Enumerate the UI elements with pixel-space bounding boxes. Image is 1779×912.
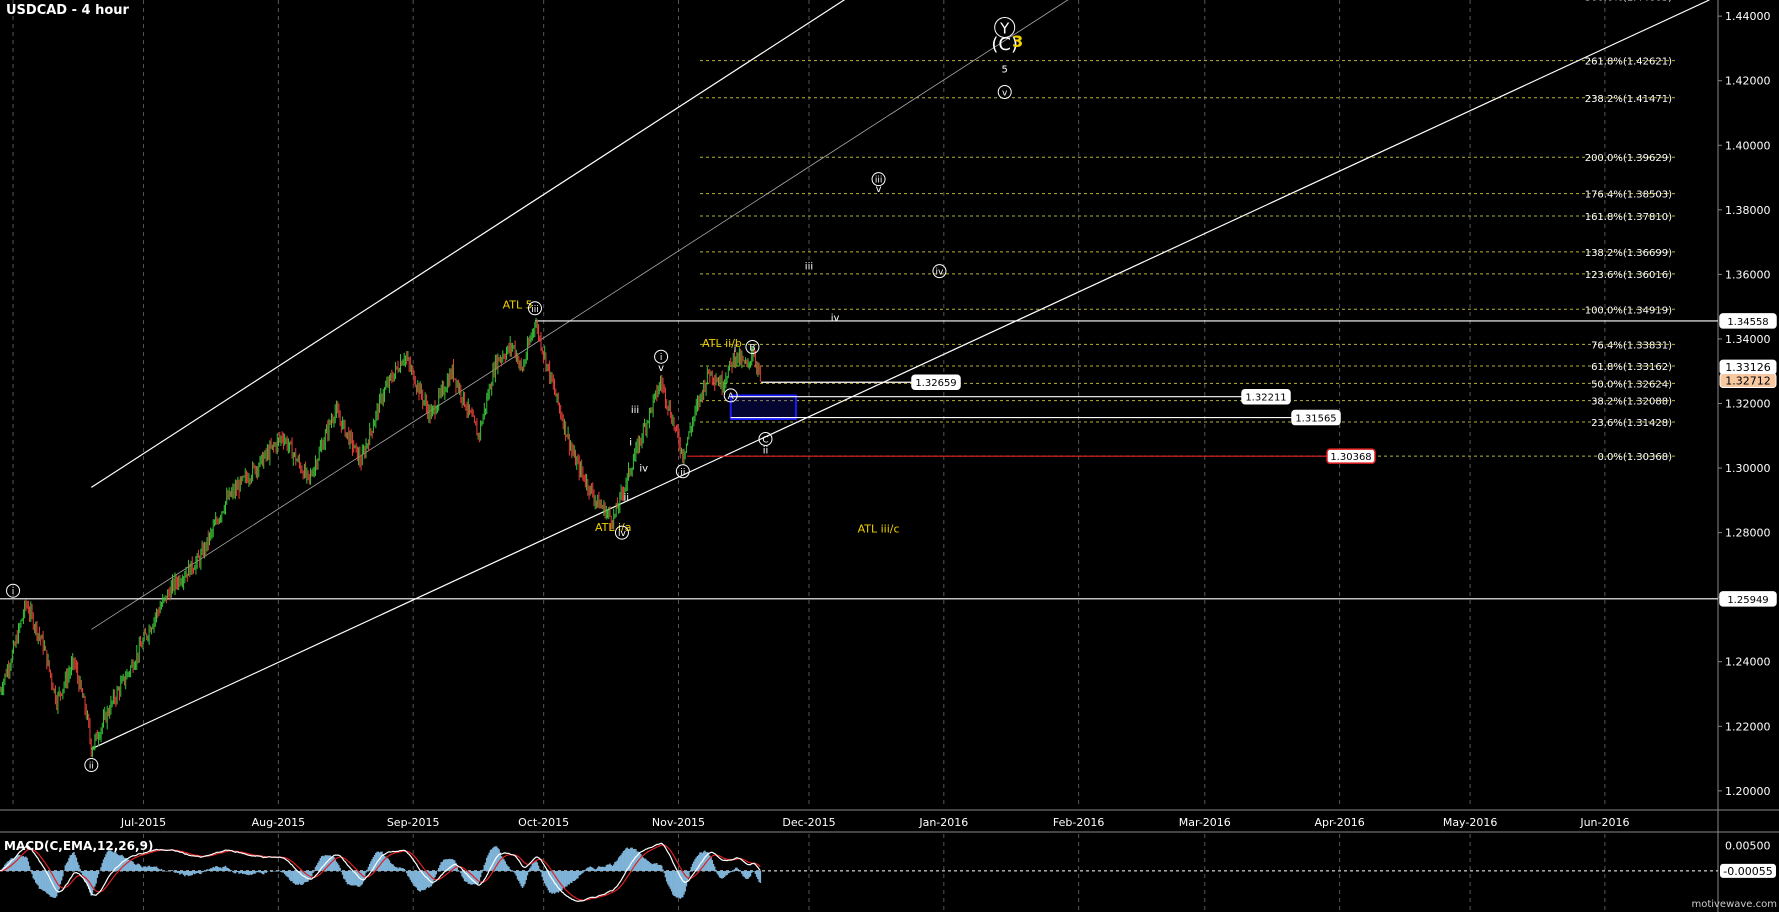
x-tick-label: Apr-2016 <box>1314 816 1364 829</box>
fib-level-label: 123.6%(1.36016) <box>1585 270 1672 281</box>
y-tick-label: 1.34000 <box>1725 333 1771 346</box>
x-tick-label: Mar-2016 <box>1179 816 1231 829</box>
level-price-tag-text: 1.25949 <box>1727 595 1768 606</box>
wave-label: ii <box>624 492 630 503</box>
last-price-tag-text: 1.33126 <box>1725 361 1771 374</box>
fib-level-label: 38.2%(1.32088) <box>1591 397 1672 408</box>
wave-label: ATL iii/c <box>858 523 900 536</box>
fib-level-label: 176.4%(1.38503) <box>1585 190 1672 201</box>
x-tick-label: Oct-2015 <box>518 816 569 829</box>
wave-label: ii <box>89 762 94 772</box>
fib-level-label: 161.8%(1.37810) <box>1585 212 1672 223</box>
wave-label: iv <box>936 268 945 278</box>
x-tick-label: Jan-2016 <box>918 816 968 829</box>
x-tick-label: Jun-2016 <box>1579 816 1629 829</box>
y-tick-label: 1.42000 <box>1725 75 1771 88</box>
level-price-tag-text: 1.30368 <box>1330 452 1371 463</box>
wave-label: i <box>629 437 632 448</box>
y-tick-label: 1.24000 <box>1725 656 1771 669</box>
wave-label: A <box>728 392 735 402</box>
x-tick-label: Jul-2015 <box>120 816 166 829</box>
wave-label: C <box>762 436 768 446</box>
fib-level-label: 300.0%(1.44603) <box>1585 0 1672 4</box>
y-tick-label: 1.44000 <box>1725 10 1771 23</box>
y-tick-label: 1.38000 <box>1725 204 1771 217</box>
target-box <box>729 394 797 420</box>
x-tick-label: Feb-2016 <box>1053 816 1104 829</box>
wave-label: iii <box>805 262 813 273</box>
wave-label: iii <box>531 305 539 315</box>
y-tick-label: 1.36000 <box>1725 268 1771 281</box>
wave-label: i <box>12 587 15 597</box>
y-tick-label: 1.32000 <box>1725 398 1771 411</box>
wave-label: iv <box>618 529 627 539</box>
fib-level-label: 200.0%(1.39629) <box>1585 153 1672 164</box>
x-tick-label: Dec-2015 <box>782 816 835 829</box>
level-price-tag-text: 1.34558 <box>1727 317 1768 328</box>
wave-label: B <box>749 344 755 354</box>
y-tick-label: 1.28000 <box>1725 527 1771 540</box>
fib-level-label: 61.8%(1.33162) <box>1591 362 1672 373</box>
fib-level-label: 0.0%(1.30368) <box>1597 452 1672 463</box>
fib-level-label: 76.4%(1.33831) <box>1591 340 1672 351</box>
fib-level-label: 138.2%(1.36699) <box>1585 248 1672 259</box>
fib-level-label: 23.6%(1.31428) <box>1591 418 1672 429</box>
wave-label: i <box>660 353 663 363</box>
chart-title: USDCAD - 4 hour <box>6 3 129 18</box>
wave-label: v <box>1002 88 1008 98</box>
x-tick-label: Aug-2015 <box>252 816 305 829</box>
fib-level-label: 238.2%(1.41471) <box>1585 94 1672 105</box>
wave-label: iv <box>639 463 648 474</box>
x-tick-label: Nov-2015 <box>652 816 705 829</box>
wave-label: i <box>734 344 737 355</box>
last-price-tag-text: 1.32712 <box>1725 375 1771 388</box>
fib-level-label: 100.0%(1.34919) <box>1585 305 1672 316</box>
x-tick-label: May-2016 <box>1443 816 1498 829</box>
level-price-tag-text: 1.32659 <box>915 378 956 389</box>
wave-label: iii <box>631 405 639 416</box>
wave-label: ii <box>763 446 769 457</box>
watermark: motivewave.com <box>1691 899 1777 910</box>
macd-tick-label: 0.00500 <box>1725 839 1771 852</box>
wave-label: 3 <box>1012 32 1023 51</box>
wave-label: v <box>876 184 882 195</box>
wave-label: iv <box>831 313 840 324</box>
y-tick-label: 1.22000 <box>1725 720 1771 733</box>
y-tick-label: 1.20000 <box>1725 785 1771 798</box>
wave-label: 5 <box>1002 65 1008 76</box>
y-tick-label: 1.40000 <box>1725 139 1771 152</box>
y-tick-label: 1.30000 <box>1725 462 1771 475</box>
macd-current-tag-text: -0.00055 <box>1723 865 1772 878</box>
level-price-tag-text: 1.32211 <box>1245 393 1286 404</box>
price-chart[interactable]: Jul-2015 Aug-2015 Sep-2015 Oct-2015 Nov-2015… <box>0 0 1779 912</box>
wave-label: v <box>658 363 664 374</box>
macd-title: MACD(C,EMA,12,26,9) <box>4 839 154 853</box>
x-tick-label: Sep-2015 <box>387 816 440 829</box>
fib-level-label: 261.8%(1.42621) <box>1585 57 1672 68</box>
wave-label: ii <box>680 468 685 478</box>
level-price-tag-text: 1.31565 <box>1295 414 1336 425</box>
fib-level-label: 50.0%(1.32624) <box>1591 379 1672 390</box>
